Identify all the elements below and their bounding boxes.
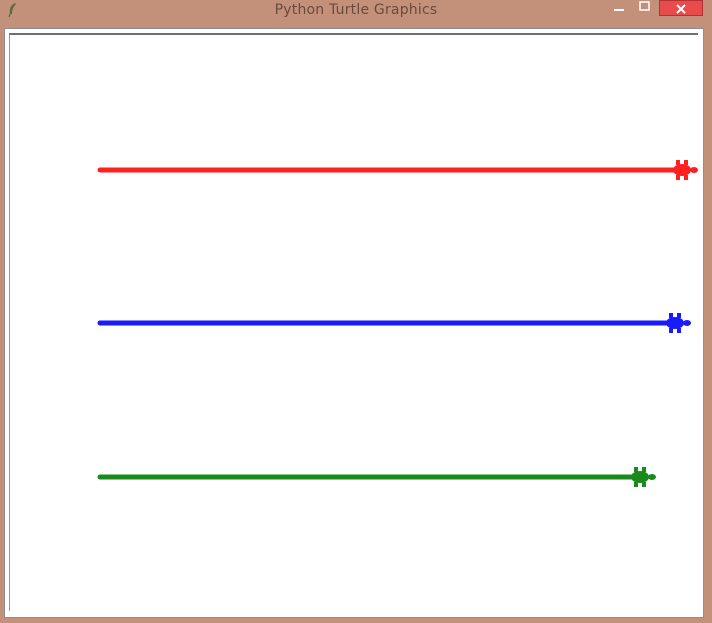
red-turtle-track: [97, 160, 698, 180]
turtle-drawing: [97, 160, 698, 487]
green-turtle-icon: [626, 467, 656, 487]
red-turtle-icon: [668, 160, 698, 180]
blue-turtle-track: [97, 313, 691, 333]
blue-turtle-icon: [661, 313, 691, 333]
green-turtle-track: [97, 467, 656, 487]
